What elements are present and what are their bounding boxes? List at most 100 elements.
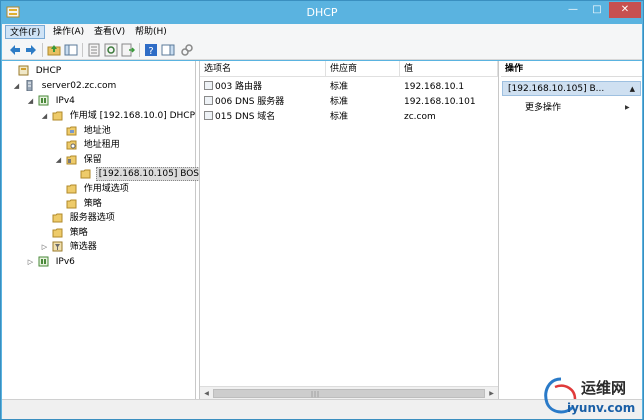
actions-selected-label: [192.168.10.105] B... xyxy=(508,84,605,94)
option-icon xyxy=(204,81,213,90)
scroll-left-button[interactable]: ◀ xyxy=(201,388,212,399)
svg-text:?: ? xyxy=(148,46,153,57)
tree-node-scope[interactable]: ◢ 作用域 [192.168.10.0] DHCP xyxy=(40,109,197,123)
tree-toggle[interactable]: ◢ xyxy=(12,79,21,93)
horizontal-scrollbar[interactable]: ◀ ||| ▶ xyxy=(200,386,498,399)
properties-icon[interactable] xyxy=(87,43,101,57)
up-folder-icon[interactable] xyxy=(47,43,61,57)
help-icon[interactable]: ? xyxy=(144,43,158,57)
menu-bar: 文件(F) 操作(A) 查看(V) 帮助(H) xyxy=(2,24,642,40)
tree-node-reservations[interactable]: ◢ 保留 xyxy=(54,153,104,167)
forward-arrow-icon[interactable] xyxy=(24,43,38,57)
cell-text: 015 DNS 域名 xyxy=(215,112,276,122)
mmc-window: DHCP — □ ✕ 文件(F) 操作(A) 查看(V) 帮助(H) ? DHC… xyxy=(0,0,644,420)
cell-option-name: 003 路由器 xyxy=(204,80,262,94)
tree-node-server-policies[interactable]: 策略 xyxy=(40,226,90,240)
ipv4-icon xyxy=(38,95,49,106)
tree-node-label: 保留 xyxy=(83,155,102,165)
cell-value: 192.168.10.101 xyxy=(404,97,476,107)
tree-node-label: server02.zc.com xyxy=(41,81,117,91)
tree-node-scope-options[interactable]: 作用域选项 xyxy=(54,182,131,196)
tree-node-label: 服务器选项 xyxy=(69,213,115,223)
cell-option-name: 015 DNS 域名 xyxy=(204,110,275,124)
tree-node-reservation-boss[interactable]: [192.168.10.105] BOSS xyxy=(68,167,208,181)
menu-help[interactable]: 帮助(H) xyxy=(131,25,171,39)
back-arrow-icon[interactable] xyxy=(8,43,22,57)
export-list-icon[interactable] xyxy=(121,43,135,57)
window-title: DHCP xyxy=(306,6,338,19)
cell-vendor: 标准 xyxy=(330,82,349,92)
tree-toggle[interactable]: ▷ xyxy=(40,240,49,254)
actions-selected-item[interactable]: [192.168.10.105] B... ▲ xyxy=(502,81,641,96)
link-icon[interactable] xyxy=(180,43,194,57)
table-row[interactable]: 015 DNS 域名 标准 zc.com xyxy=(200,110,498,124)
table-row[interactable]: 006 DNS 服务器 标准 192.168.10.101 xyxy=(200,95,498,109)
tree-node-label: 作用域 [192.168.10.0] DHCP xyxy=(69,111,196,121)
tree-node-label: 策略 xyxy=(83,199,102,209)
show-hide-action-pane-icon[interactable] xyxy=(161,43,175,57)
tree-toggle[interactable]: ◢ xyxy=(54,153,63,167)
watermark-url: iyunv.com xyxy=(567,401,636,415)
watermark: 运维网 iyunv.com xyxy=(541,373,641,419)
tree-node-scope-policies[interactable]: 策略 xyxy=(54,197,104,211)
cell-value: 192.168.10.1 xyxy=(404,82,465,92)
tree-toggle[interactable]: ◢ xyxy=(40,109,49,123)
address-lease-icon xyxy=(66,140,77,150)
close-button[interactable]: ✕ xyxy=(609,2,641,18)
menu-view[interactable]: 查看(V) xyxy=(90,25,129,39)
folder-icon xyxy=(52,111,63,121)
scroll-grip: ||| xyxy=(311,391,321,398)
more-actions-link[interactable]: 更多操作 xyxy=(525,101,561,115)
reservation-item-icon xyxy=(80,169,91,179)
tree-node-label: IPv6 xyxy=(55,257,75,267)
maximize-button[interactable]: □ xyxy=(585,2,609,18)
filter-icon xyxy=(52,241,63,252)
tree-node-label: 地址租用 xyxy=(83,140,120,150)
column-header-option-name[interactable]: 选项名 xyxy=(200,61,326,77)
actions-header: 操作 xyxy=(501,61,642,77)
tree-node-label: 地址池 xyxy=(83,126,111,136)
tree-toggle[interactable]: ▷ xyxy=(26,255,35,269)
actions-pane: 操作 [192.168.10.105] B... ▲ 更多操作 ▶ xyxy=(501,61,642,399)
reservations-icon xyxy=(66,155,77,165)
cell-vendor: 标准 xyxy=(330,112,349,122)
column-header-value[interactable]: 值 xyxy=(400,61,498,77)
collapse-caret-icon[interactable]: ▲ xyxy=(630,82,635,95)
menu-action[interactable]: 操作(A) xyxy=(49,25,88,39)
tree-node-server-options[interactable]: 服务器选项 xyxy=(40,211,117,225)
tree-node-address-leases[interactable]: 地址租用 xyxy=(54,138,122,152)
table-row[interactable]: 003 路由器 标准 192.168.10.1 xyxy=(200,80,498,94)
cell-vendor: 标准 xyxy=(330,97,349,107)
folder-icon xyxy=(52,228,63,238)
toolbar-separator xyxy=(139,43,140,57)
folder-icon xyxy=(66,184,77,194)
scroll-thumb[interactable]: ||| xyxy=(213,389,485,398)
content-area: DHCP ◢ server02.zc.com ◢ IPv4 ◢ 作用域 [192… xyxy=(2,61,642,399)
folder-icon xyxy=(66,199,77,209)
watermark-text: 运维网 xyxy=(581,379,627,397)
title-bar[interactable]: DHCP — □ ✕ xyxy=(1,1,643,24)
toolbar-separator xyxy=(82,43,83,57)
minimize-button[interactable]: — xyxy=(561,2,585,18)
address-pool-icon xyxy=(66,126,77,136)
refresh-icon[interactable] xyxy=(104,43,118,57)
tree-node-address-pool[interactable]: 地址池 xyxy=(54,124,113,138)
tree-node-ipv4[interactable]: ◢ IPv4 xyxy=(26,94,77,108)
tree-node-dhcp[interactable]: DHCP xyxy=(6,64,63,78)
tree-node-label: IPv4 xyxy=(55,96,75,106)
tree-node-ipv6[interactable]: ▷ IPv6 xyxy=(26,255,77,269)
option-icon xyxy=(204,96,213,105)
tree-node-label: 策略 xyxy=(69,228,88,238)
scroll-right-button[interactable]: ▶ xyxy=(486,388,497,399)
cell-text: 006 DNS 服务器 xyxy=(215,97,285,107)
tree-node-label: DHCP xyxy=(35,66,62,76)
tree-node-filters[interactable]: ▷ 筛选器 xyxy=(40,240,99,254)
menu-file[interactable]: 文件(F) xyxy=(5,25,46,39)
dhcp-icon xyxy=(18,65,29,76)
tree-toggle[interactable]: ◢ xyxy=(26,94,35,108)
console-tree: DHCP ◢ server02.zc.com ◢ IPv4 ◢ 作用域 [192… xyxy=(2,61,208,399)
tree-node-server[interactable]: ◢ server02.zc.com xyxy=(12,79,118,93)
column-header-vendor[interactable]: 供应商 xyxy=(326,61,400,77)
folder-icon xyxy=(52,213,63,223)
console-tree-icon[interactable] xyxy=(64,43,78,57)
